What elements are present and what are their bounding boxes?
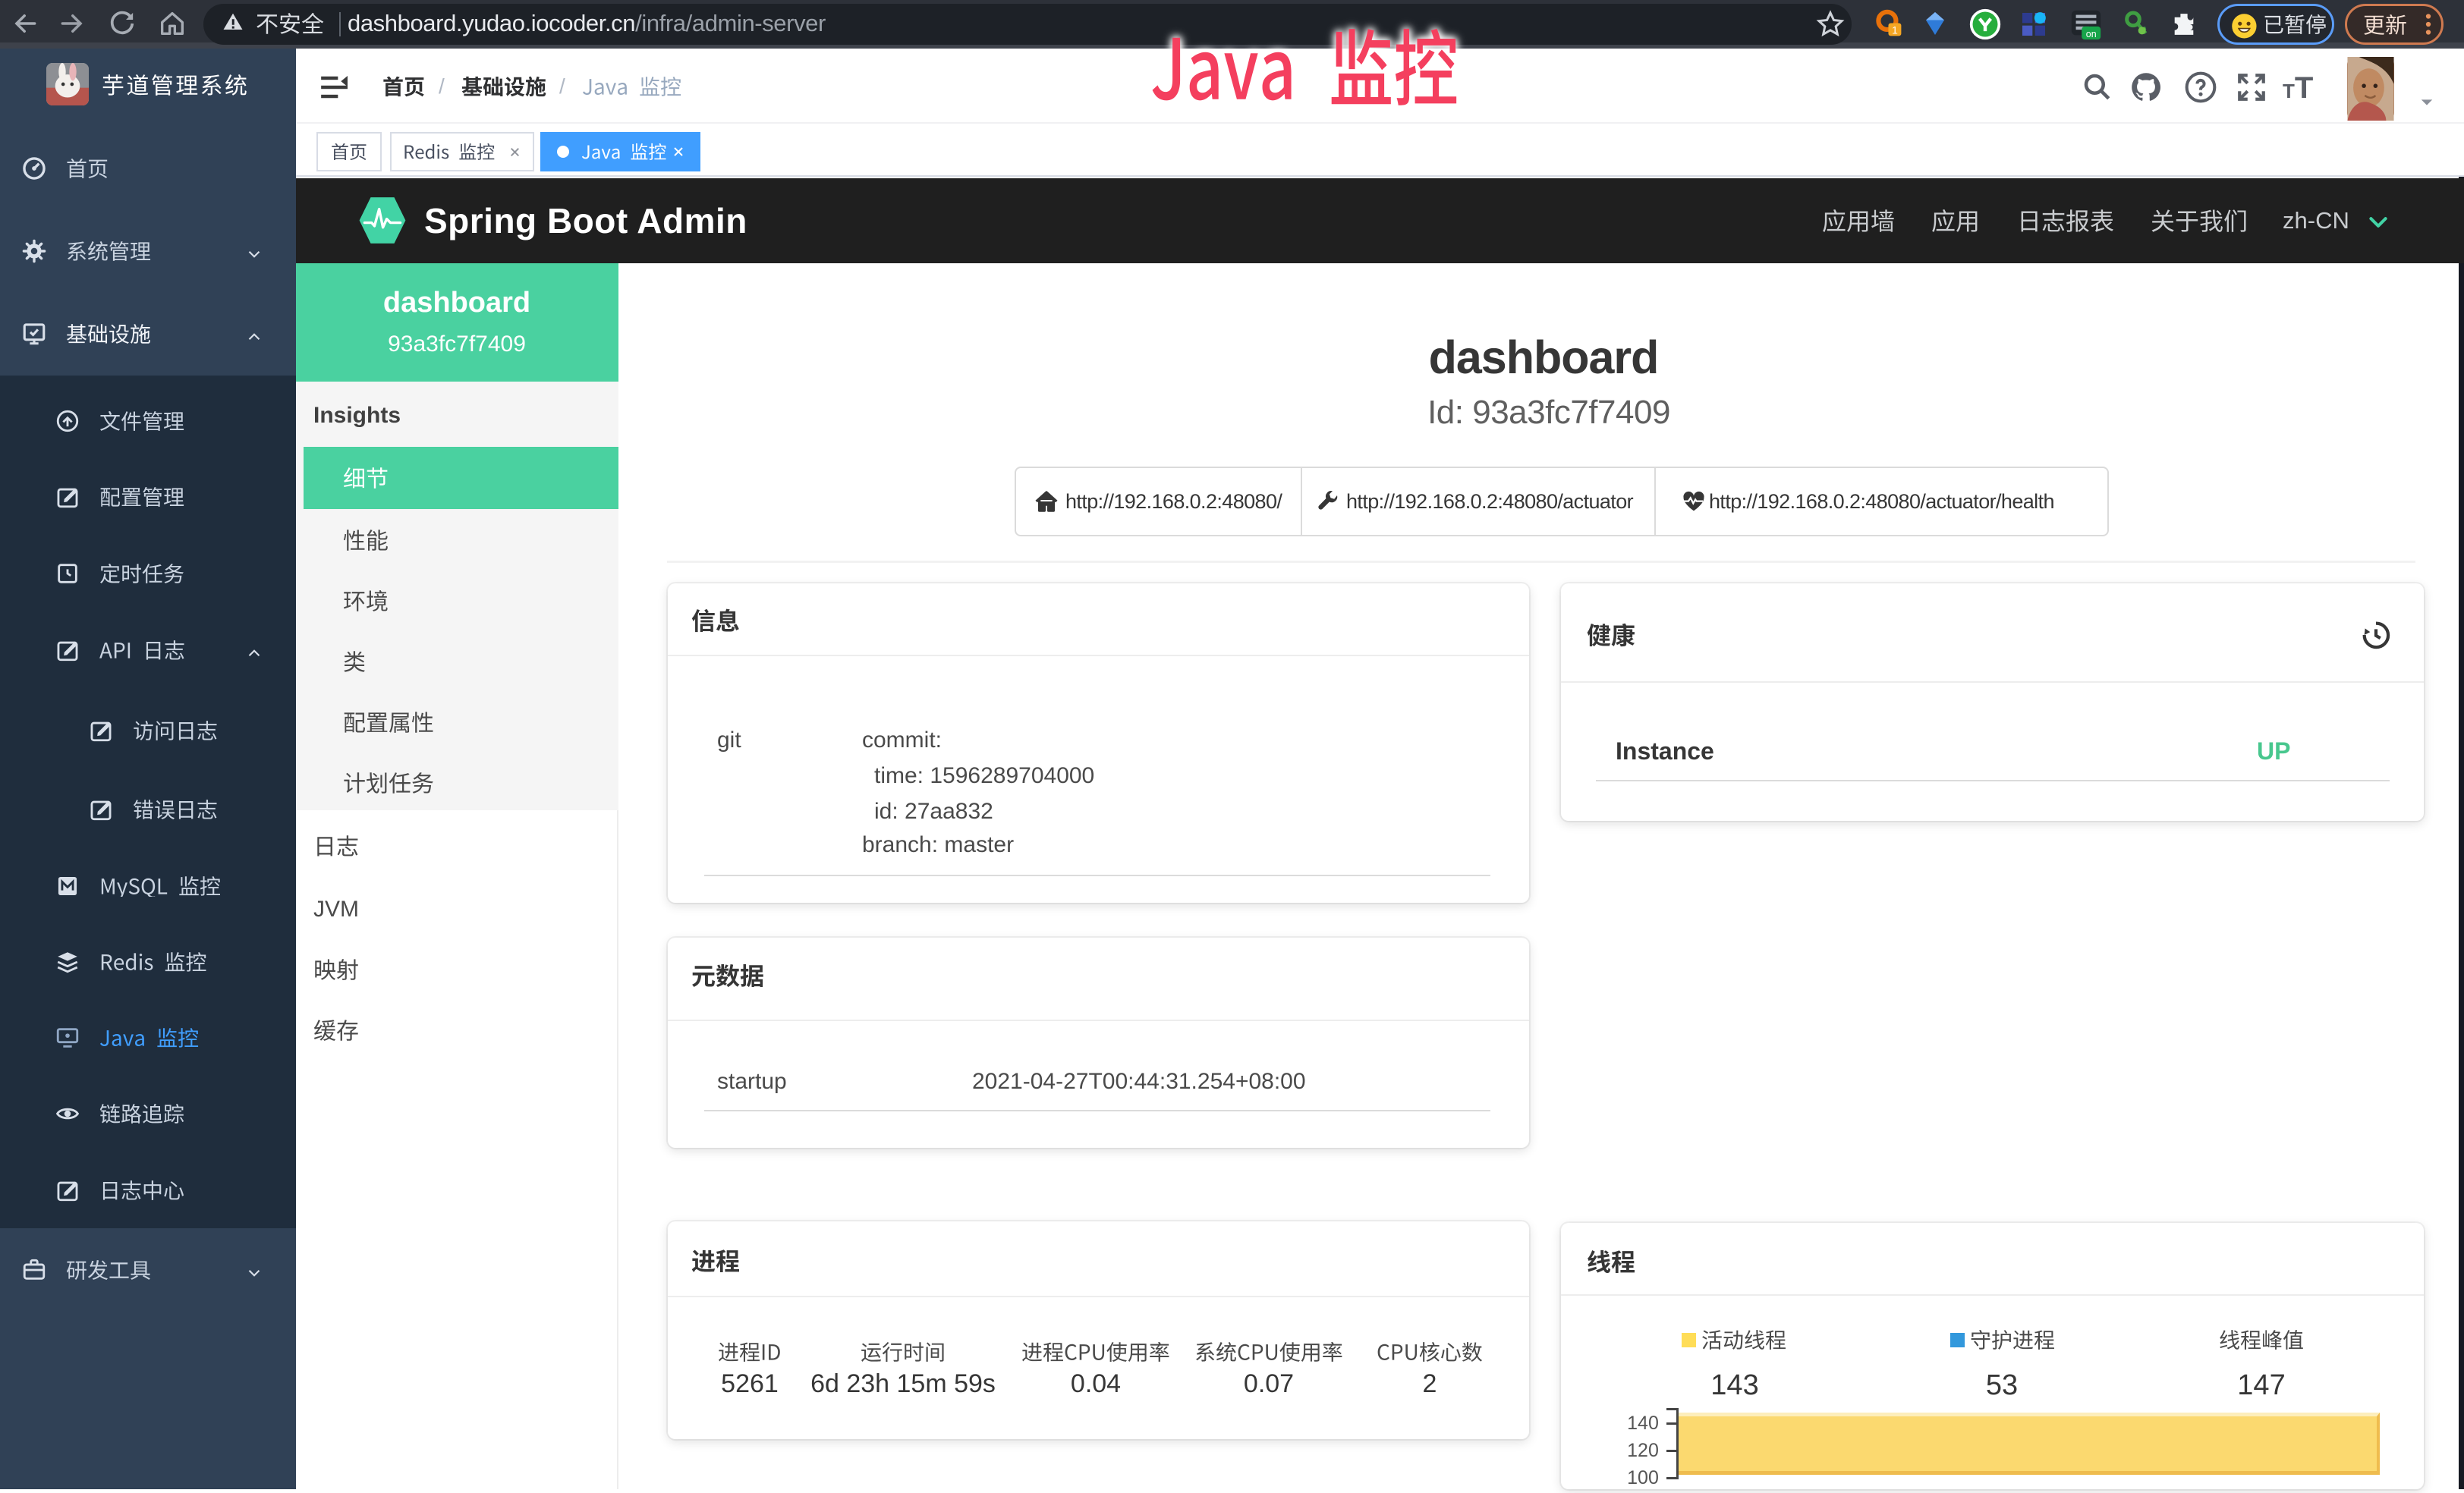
svg-text:1: 1 [1892, 24, 1898, 36]
svg-text:on: on [2086, 29, 2097, 39]
